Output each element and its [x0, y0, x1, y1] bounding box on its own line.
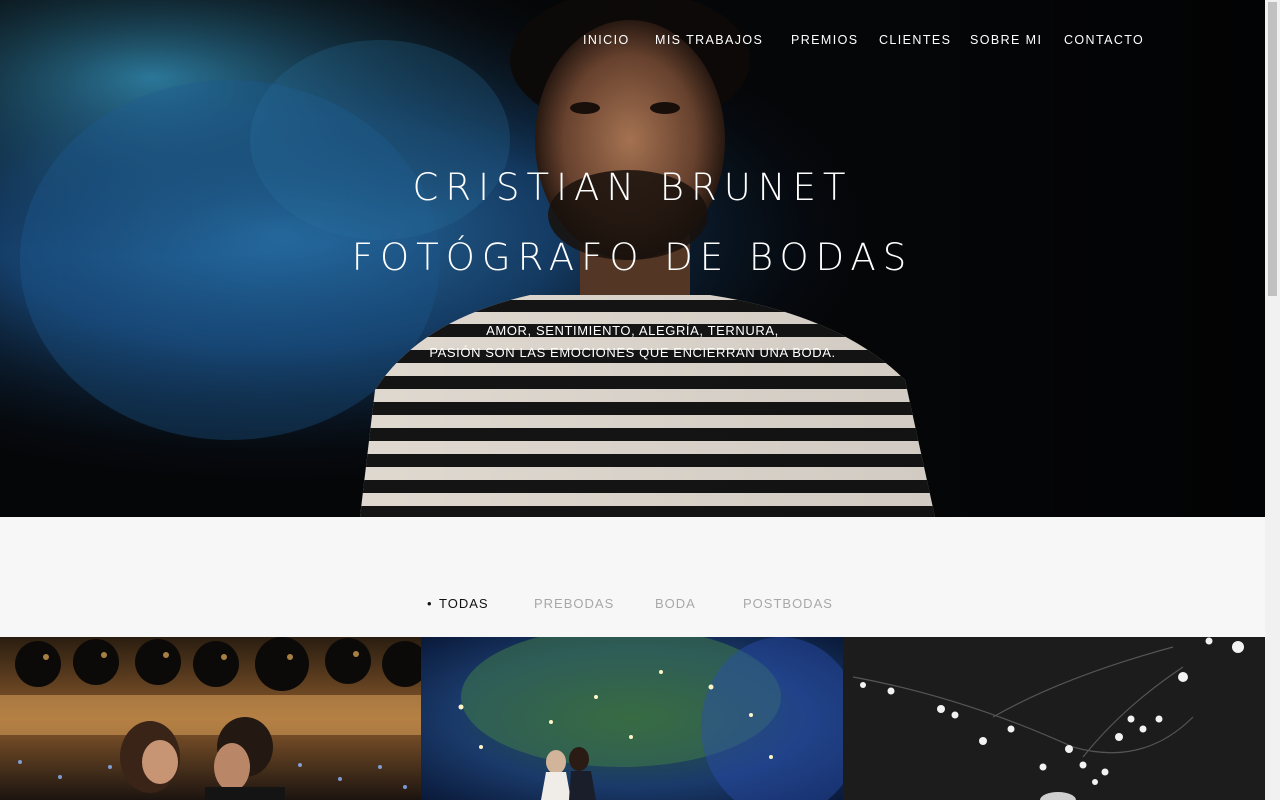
- portfolio-filter-bar: • TODAS PREBODAS BODA POSTBODAS: [0, 596, 1265, 614]
- vertical-scrollbar[interactable]: [1265, 0, 1280, 800]
- nav-item-contacto[interactable]: CONTACTO: [1064, 33, 1144, 47]
- hero-subtitle-line1: AMOR, SENTIMIENTO, ALEGRÍA, TERNURA,: [486, 323, 779, 338]
- nav-item-mis-trabajos[interactable]: MIS TRABAJOS: [655, 33, 763, 47]
- gallery-item-dance-couple[interactable]: [0, 637, 421, 800]
- hero-title-name: CRISTIAN BRUNET: [412, 166, 853, 209]
- gallery-item-string-lights[interactable]: [843, 637, 1265, 800]
- filter-prebodas[interactable]: PREBODAS: [534, 596, 614, 611]
- main-nav: INICIO MIS TRABAJOS PREMIOS CLIENTES SOB…: [0, 33, 1265, 49]
- scrollbar-thumb[interactable]: [1268, 2, 1277, 296]
- hero-subtitle-line2: PASIÓN SON LAS EMOCIONES QUE ENCIERRAN U…: [429, 345, 836, 360]
- active-filter-bullet: •: [427, 596, 432, 611]
- nav-item-clientes[interactable]: CLIENTES: [879, 33, 951, 47]
- gallery-photo: [421, 637, 843, 800]
- hero-title-role: FOTÓGRAFO DE BODAS: [351, 236, 914, 279]
- nav-item-sobre-mi[interactable]: SOBRE MI: [970, 33, 1042, 47]
- portfolio-gallery: [0, 637, 1265, 800]
- hero-banner: INICIO MIS TRABAJOS PREMIOS CLIENTES SOB…: [0, 0, 1265, 517]
- nav-item-inicio[interactable]: INICIO: [583, 33, 630, 47]
- filter-postbodas[interactable]: POSTBODAS: [743, 596, 833, 611]
- filter-boda[interactable]: BODA: [655, 596, 696, 611]
- filter-todas[interactable]: TODAS: [439, 596, 489, 611]
- nav-item-premios[interactable]: PREMIOS: [791, 33, 858, 47]
- gallery-item-night-garden[interactable]: [421, 637, 843, 800]
- gallery-photo: [0, 637, 421, 800]
- gallery-photo: [843, 637, 1265, 800]
